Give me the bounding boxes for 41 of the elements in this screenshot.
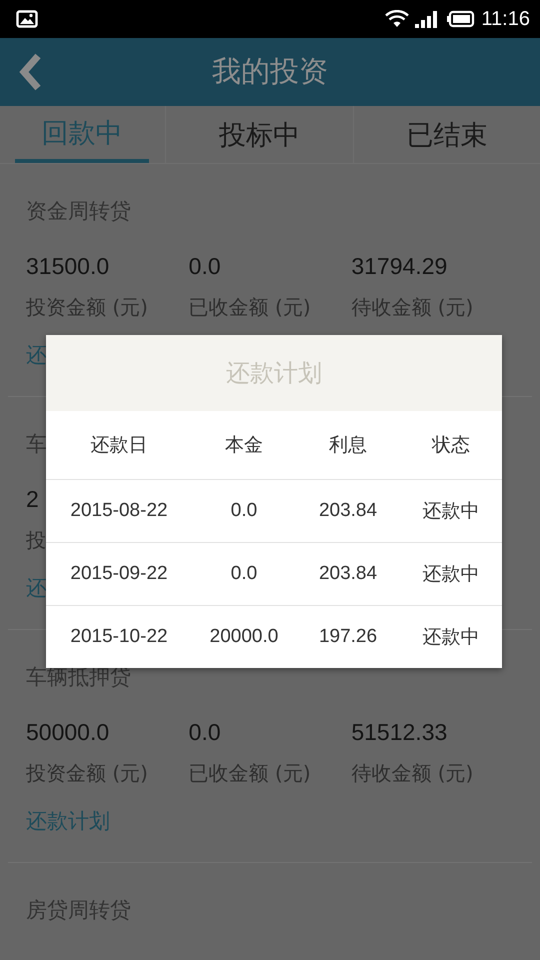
repayment-plan-link[interactable]: 还 [26, 571, 47, 605]
tab[interactable]: 回款中 [15, 106, 149, 163]
table-cell: 2015-09-22 [70, 563, 168, 585]
screen-title: 我的投资 [212, 53, 328, 90]
wifi-icon [385, 10, 410, 28]
table-cell: 0.0 [230, 500, 258, 522]
amount-label: 已收金额 (元) [188, 294, 311, 321]
table-cell: 2015-08-22 [70, 500, 168, 522]
amount-label: 待收金额 (元) [351, 294, 474, 321]
amount-value: 0.0 [188, 718, 221, 747]
amount-value: 0.0 [188, 252, 221, 281]
column-header: 利息 [329, 434, 367, 458]
column-header: 还款日 [90, 434, 148, 458]
amount-value: 2 [26, 485, 39, 514]
column-header: 状态 [432, 434, 470, 458]
amount-value: 31794.29 [351, 252, 448, 281]
amount-label: 投 [26, 527, 46, 554]
table-cell-text: 还款中 [422, 500, 480, 524]
amount-value: 51512.33 [351, 718, 448, 747]
image-icon [16, 10, 38, 28]
table-cell: 203.84 [318, 563, 378, 585]
table-cell: 0.0 [230, 563, 258, 585]
amount-label: 投资金额 (元) [26, 294, 148, 321]
status-time: 11:16 [481, 8, 530, 30]
amount-label: 投资金额 (元) [26, 760, 148, 787]
repayment-plan-link[interactable]: 还款计划 [26, 804, 110, 838]
table-cell: 2015-10-22 [70, 626, 168, 648]
tab[interactable]: 已结束 [354, 106, 540, 163]
amount-label: 待收金额 (元) [351, 760, 474, 787]
battery-icon [447, 10, 476, 28]
table-cell: 203.84 [318, 500, 378, 522]
table-cell: 197.26 [318, 626, 378, 648]
column-header: 本金 [225, 434, 263, 458]
amount-value: 31500.0 [26, 252, 110, 281]
table-cell: 20000.0 [210, 626, 278, 648]
tab[interactable]: 投标中 [165, 106, 354, 163]
amount-value: 50000.0 [26, 718, 110, 747]
repayment-plan-link[interactable]: 还 [26, 338, 47, 372]
table-cell-text: 还款中 [422, 563, 480, 587]
amount-label: 已收金额 (元) [188, 760, 311, 787]
table-cell-text: 还款中 [422, 626, 480, 650]
